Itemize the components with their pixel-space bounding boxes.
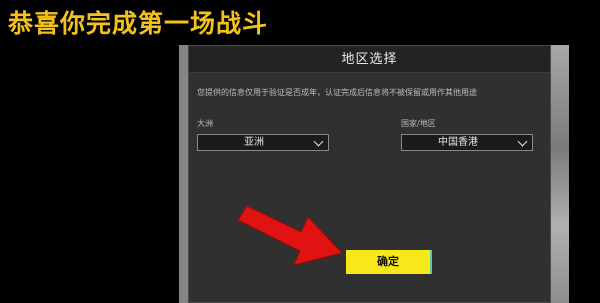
pointer-arrow-icon: [237, 205, 343, 266]
